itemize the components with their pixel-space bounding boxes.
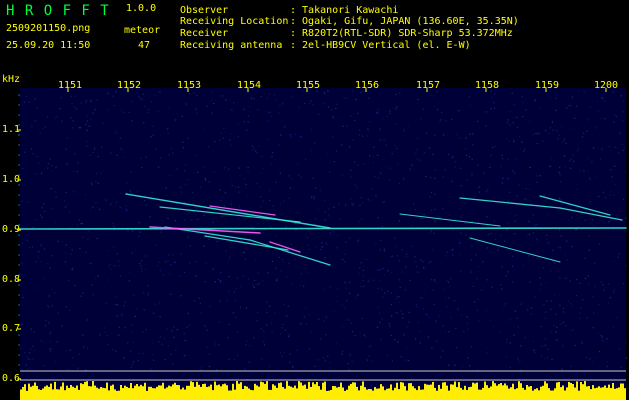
meteor-trail [19,227,627,230]
spectrogram-background [20,88,626,400]
x-tick-label: 1159 [535,80,560,91]
x-tick-label: 1158 [475,80,500,91]
app-title: H R O F F T [6,3,110,19]
meteor-label: meteor [124,25,161,36]
antenna-key: Receiving antenna [180,40,283,51]
x-tick-label: 1154 [237,80,262,91]
y-tick-label: 0.7 [2,323,21,334]
x-tick-label: 1153 [177,80,202,91]
receiver-key: Receiver [180,28,229,39]
observer-key: Observer [180,5,229,16]
app-version: 1.0.0 [126,3,157,14]
meteor-count: 47 [138,40,151,51]
x-tick-label: 1157 [416,80,441,91]
spectrogram [17,88,628,400]
location-value: : Ogaki, Gifu, JAPAN (136.60E, 35.35N) [290,16,519,27]
y-tick-label: 0.6 [2,373,21,384]
x-tick-label: 1152 [117,80,142,91]
antenna-value: : 2el-HB9CV Vertical (el. E-W) [290,40,471,51]
location-key: Receiving Location [180,16,289,27]
hrofft-window: H R O F F T 1.0.0 2509201150.png 25.09.2… [0,0,629,400]
file-datetime: 25.09.20 11:50 [6,40,91,51]
receiver-value: : R820T2(RTL-SDR) SDR-Sharp 53.372MHz [290,28,513,39]
x-tick-label: 1156 [355,80,380,91]
y-tick-label: 0.9 [2,224,21,235]
y-tick-label: 1.1 [2,124,21,135]
x-tick-label: 1151 [58,80,83,91]
y-tick-label: 0.8 [2,274,21,285]
y-axis-unit: kHz [2,74,21,85]
x-tick-label: 1155 [296,80,321,91]
y-tick-label: 1.0 [2,174,21,185]
x-tick-label: 1200 [594,80,619,91]
observer-value: : Takanori Kawachi [290,5,399,16]
file-name: 2509201150.png [6,23,91,34]
